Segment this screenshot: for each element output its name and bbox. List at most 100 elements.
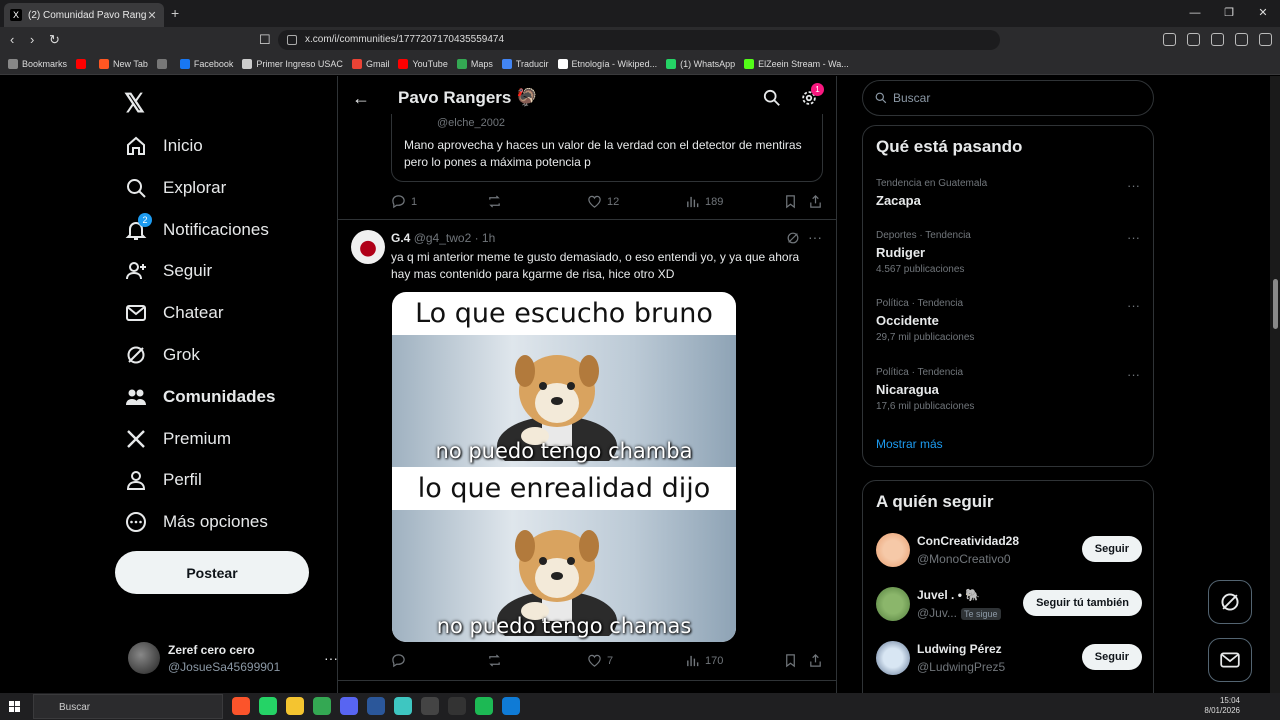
back-arrow-icon[interactable]: ‹ <box>10 32 14 47</box>
discord-icon[interactable] <box>340 697 358 715</box>
nav-item-chatear[interactable]: Chatear <box>124 295 223 331</box>
site-info-icon[interactable] <box>287 35 297 45</box>
bookmark-button[interactable] <box>783 194 798 209</box>
nav-item-premium[interactable]: Premium <box>124 421 231 457</box>
nav-item-inicio[interactable]: Inicio <box>124 128 203 164</box>
menu-icon[interactable] <box>1259 33 1272 46</box>
maximize-button[interactable]: ❐ <box>1212 0 1246 27</box>
bookmark-page-icon[interactable]: ☐ <box>259 32 271 48</box>
close-window-button[interactable]: ✕ <box>1246 0 1280 27</box>
reply-button[interactable]: 1 <box>391 194 417 209</box>
bookmark-item[interactable]: Bookmarks <box>8 58 67 69</box>
app-icon[interactable] <box>475 697 493 715</box>
scrollbar-thumb[interactable] <box>1273 279 1278 329</box>
more-dots-icon[interactable]: ··· <box>1127 367 1140 382</box>
bookmark-item[interactable] <box>76 58 90 69</box>
avatar[interactable] <box>876 533 910 567</box>
post-button[interactable]: Postear <box>115 551 309 594</box>
post-menu-icon[interactable]: ··· <box>808 229 822 245</box>
wallet-icon[interactable] <box>1211 33 1224 46</box>
bookmark-item[interactable]: New Tab <box>99 58 148 69</box>
whatsapp-icon[interactable] <box>259 697 277 715</box>
steam-icon[interactable] <box>421 697 439 715</box>
forward-arrow-icon[interactable]: › <box>30 32 34 47</box>
bookmark-item[interactable]: ElZeein Stream - Wa... <box>744 58 849 69</box>
grok-icon[interactable] <box>786 231 800 245</box>
more-dots-icon[interactable]: ··· <box>1127 298 1140 313</box>
bookmark-item[interactable]: (1) WhatsApp <box>666 58 735 69</box>
page-scrollbar[interactable] <box>1270 76 1280 693</box>
repost-button[interactable] <box>487 194 502 209</box>
follow-suggestion[interactable]: Ludwing Pérez @LudwingPrez5 Seguir <box>876 639 1142 679</box>
trend-item[interactable]: Política · Tendencia Occidente 29,7 mil pu… <box>876 298 1142 343</box>
account-switcher[interactable]: Zeref cero cero @JosueSa45699901 ··· <box>128 636 338 680</box>
trend-item[interactable]: Tendencia en Guatemala Zacapa ··· <box>876 178 1142 208</box>
minimize-button[interactable]: — <box>1178 0 1212 27</box>
audio-app-icon[interactable] <box>448 697 466 715</box>
bookmark-item[interactable]: Facebook <box>179 58 233 69</box>
follow-button[interactable]: Seguir <box>1081 536 1142 562</box>
extensions-icon[interactable] <box>1163 33 1176 46</box>
post-image[interactable]: Lo que escucho bruno no puedo tengo cham… <box>392 292 736 642</box>
more-dots-icon[interactable]: ··· <box>1127 178 1140 193</box>
nav-item-comunidades[interactable]: Comunidades <box>124 379 275 415</box>
follow-button[interactable]: Seguir tú también <box>1023 590 1142 616</box>
reply-button[interactable] <box>391 653 406 668</box>
search-box[interactable] <box>862 80 1154 116</box>
word-icon[interactable] <box>367 697 385 715</box>
like-button[interactable]: 12 <box>587 194 619 209</box>
bookmark-item[interactable] <box>156 58 171 69</box>
windows-start-icon[interactable] <box>9 701 20 712</box>
bookmark-item[interactable]: YouTube <box>398 58 448 69</box>
follow-suggestion[interactable]: ConCreatividad28 @MonoCreativo0 Seguir <box>876 531 1142 571</box>
edge-icon[interactable] <box>502 697 520 715</box>
show-more-link[interactable]: Mostrar más <box>876 437 943 451</box>
file-explorer-icon[interactable] <box>286 697 304 715</box>
repost-button[interactable] <box>487 653 502 668</box>
tab-close-icon[interactable]: ✕ <box>146 9 158 22</box>
back-arrow-icon[interactable]: ← <box>352 88 370 109</box>
nav-item-m-s-opciones[interactable]: Más opciones <box>124 504 268 540</box>
post-author-avatar[interactable] <box>351 230 385 264</box>
share-button[interactable] <box>808 194 823 209</box>
views-button[interactable]: 189 <box>685 194 723 209</box>
bookmark-button[interactable] <box>783 653 798 668</box>
more-dots-icon[interactable]: ··· <box>1127 230 1140 245</box>
like-button[interactable]: 7 <box>587 653 613 668</box>
grok-float-button[interactable] <box>1208 580 1252 624</box>
bookmark-item[interactable]: Gmail <box>351 58 389 69</box>
browser-tab[interactable]: X (2) Comunidad Pavo Rangers ✕ <box>4 3 164 27</box>
follow-button[interactable]: Seguir <box>1081 644 1142 670</box>
more-dots-icon[interactable]: ··· <box>324 650 338 666</box>
share-button[interactable] <box>808 653 823 668</box>
views-button[interactable]: 170 <box>685 653 723 668</box>
search-icon[interactable] <box>763 89 781 107</box>
post-author-handle[interactable]: @g4_two2 <box>414 231 472 245</box>
search-input[interactable] <box>893 91 1133 105</box>
chrome-icon[interactable] <box>313 697 331 715</box>
sidebar-icon[interactable] <box>1187 33 1200 46</box>
shields-icon[interactable] <box>1235 33 1248 46</box>
nav-item-perfil[interactable]: Perfil <box>124 462 202 498</box>
system-clock[interactable]: 15:04 8/01/2026 <box>1204 696 1240 716</box>
bookmark-item[interactable]: Primer Ingreso USAC <box>242 58 343 69</box>
messages-float-button[interactable] <box>1208 638 1252 682</box>
nav-item-explorar[interactable]: Explorar <box>124 170 226 206</box>
brave-icon[interactable] <box>232 697 250 715</box>
new-tab-button[interactable]: + <box>171 5 179 21</box>
avatar[interactable] <box>876 587 910 621</box>
quoted-post[interactable]: @elche_2002 Mano aprovecha y haces un va… <box>391 114 823 182</box>
post-time[interactable]: · 1h <box>475 231 496 245</box>
reload-icon[interactable]: ↻ <box>49 32 60 48</box>
trend-item[interactable]: Deportes · Tendencia Rudiger 4.567 publica… <box>876 230 1142 275</box>
trend-item[interactable]: Política · Tendencia Nicaragua 17,6 mil pu… <box>876 367 1142 412</box>
follow-suggestion[interactable]: Juvel . • 🐘 @Juv... Te sigue Seguir tú tamb… <box>876 585 1142 625</box>
bookmark-item[interactable]: Traducir <box>501 58 549 69</box>
x-logo-icon[interactable]: 𝕏 <box>124 88 145 119</box>
post-author-name[interactable]: G.4 <box>391 231 410 245</box>
url-field[interactable]: x.com/i/communities/1777207170435559474 <box>278 30 1000 50</box>
taskbar-search[interactable]: Buscar <box>33 694 223 719</box>
nav-item-seguir[interactable]: Seguir <box>124 253 212 289</box>
avatar[interactable] <box>876 641 910 675</box>
app-icon[interactable] <box>394 697 412 715</box>
